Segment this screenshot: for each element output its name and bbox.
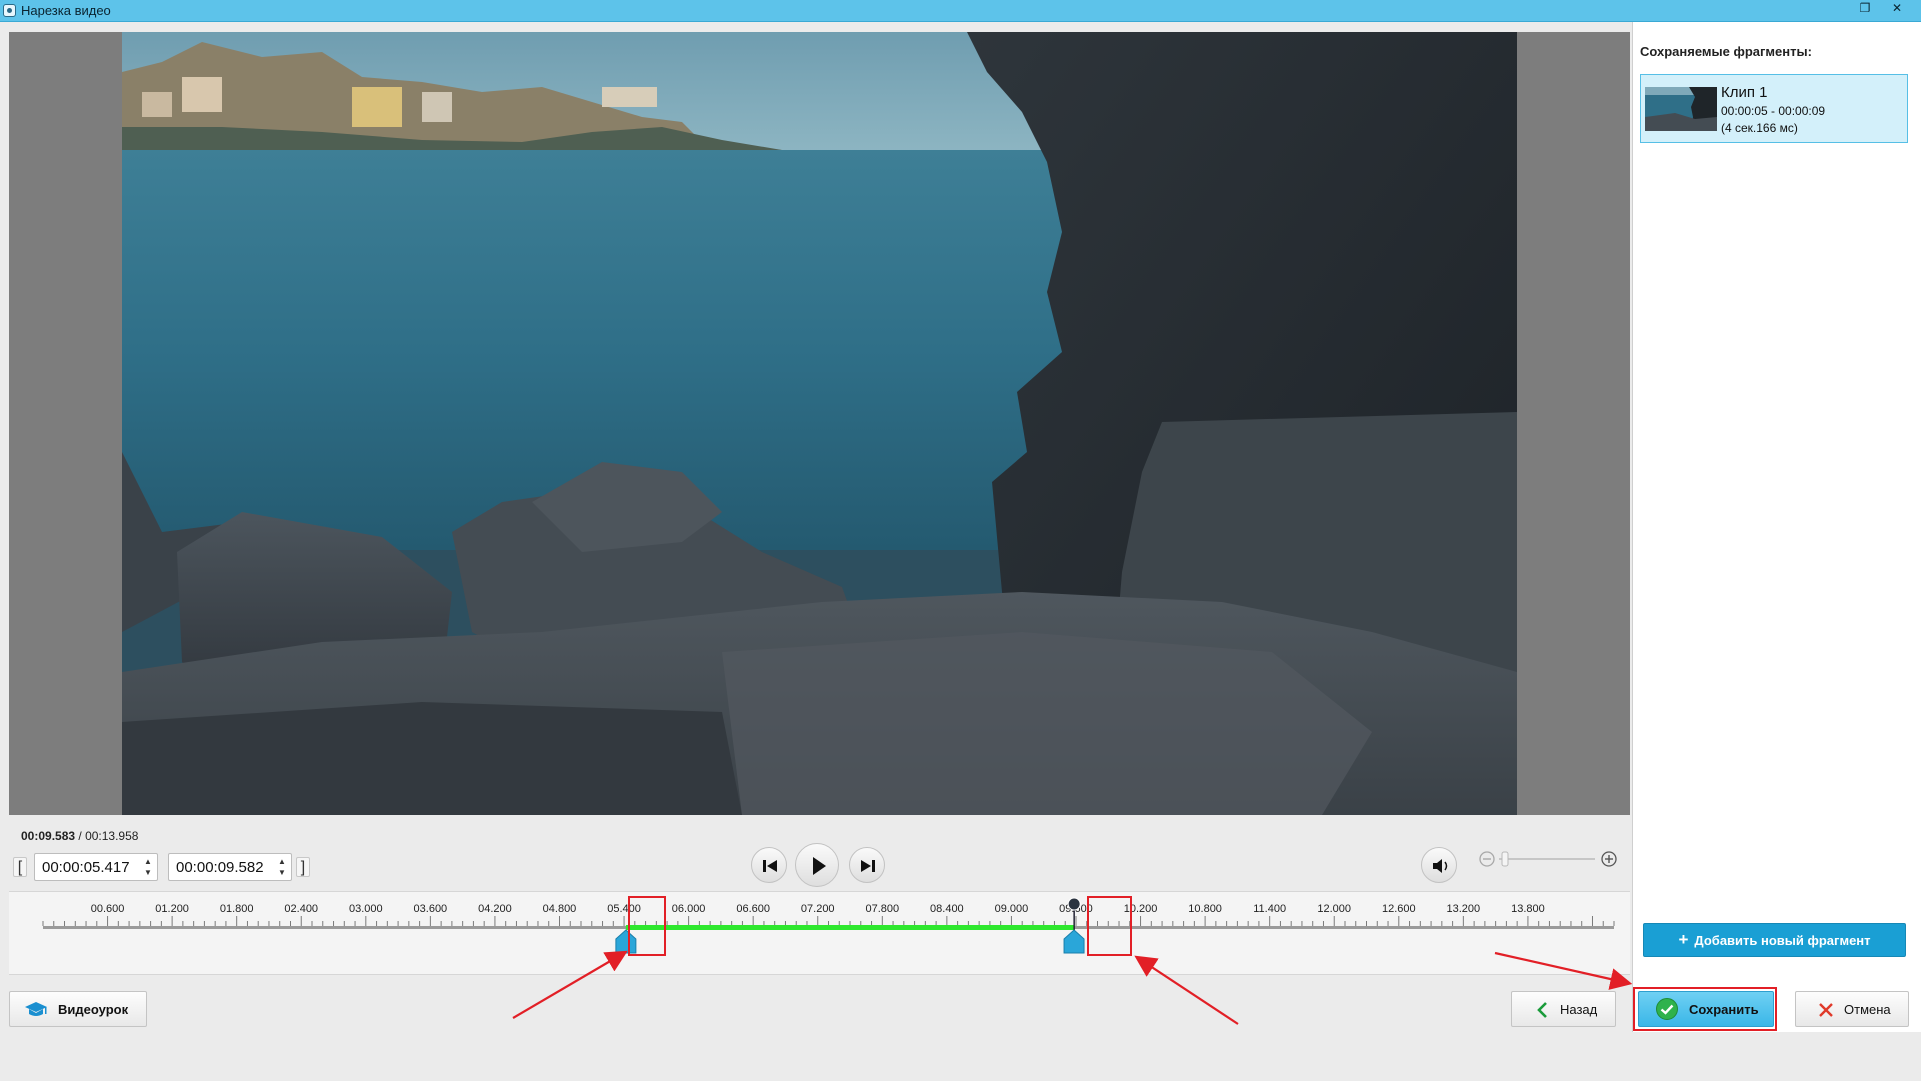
footer-bar: Видеоурок Назад Сохранить Отмена bbox=[0, 975, 1909, 1032]
start-time-spinner[interactable]: ▲ ▼ bbox=[141, 856, 155, 878]
timeline-tick-label: 03.600 bbox=[414, 903, 448, 915]
clip-thumbnail bbox=[1645, 87, 1717, 131]
playhead-knob[interactable] bbox=[1067, 897, 1081, 911]
zoom-slider[interactable] bbox=[1479, 849, 1619, 869]
end-time-spinner[interactable]: ▲ ▼ bbox=[275, 856, 289, 878]
play-icon bbox=[813, 857, 826, 875]
tutorial-label: Видеоурок bbox=[58, 1002, 129, 1017]
graduation-cap-icon bbox=[25, 1002, 47, 1016]
volume-button[interactable] bbox=[1421, 847, 1457, 883]
timeline-tick-label: 03.000 bbox=[349, 903, 383, 915]
timeline-tick-label: 07.200 bbox=[801, 903, 835, 915]
timeline-tick-label: 01.800 bbox=[220, 903, 254, 915]
add-fragment-label: Добавить новый фрагмент bbox=[1694, 933, 1871, 948]
clip-range: 00:00:05 - 00:00:09 bbox=[1721, 104, 1826, 118]
restore-icon[interactable]: ❐ bbox=[1855, 1, 1875, 15]
set-end-icon[interactable]: ] bbox=[296, 857, 310, 877]
step-back-button[interactable] bbox=[751, 847, 787, 883]
back-label: Назад bbox=[1560, 1002, 1598, 1017]
time-readout: 00:09.583 / 00:13.958 bbox=[21, 829, 138, 843]
set-start-icon[interactable]: [ bbox=[13, 857, 27, 877]
timeline-tick-label: 11.400 bbox=[1253, 903, 1286, 915]
app-icon bbox=[3, 4, 16, 17]
plus-icon: + bbox=[1678, 930, 1689, 949]
clip-item[interactable]: Клип 1 00:00:05 - 00:00:09 (4 сек.166 мс… bbox=[1640, 74, 1908, 143]
close-x-icon bbox=[1819, 1003, 1833, 1017]
start-time-field[interactable]: ▲▼ bbox=[34, 853, 158, 881]
timeline-tick-label: 09.000 bbox=[995, 903, 1029, 915]
add-fragment-button[interactable]: + Добавить новый фрагмент bbox=[1643, 923, 1906, 957]
clip-name: Клип 1 bbox=[1721, 84, 1768, 101]
zoom-track[interactable] bbox=[1499, 858, 1595, 860]
timeline-tick-label: 13.800 bbox=[1511, 903, 1545, 915]
tutorial-button[interactable]: Видеоурок bbox=[9, 991, 147, 1027]
timeline-tick-label: 08.400 bbox=[930, 903, 964, 915]
fragments-heading: Сохраняемые фрагменты: bbox=[1640, 44, 1812, 59]
end-marker[interactable] bbox=[1063, 929, 1085, 954]
video-preview-area bbox=[9, 32, 1630, 815]
timeline-tick-label: 12.000 bbox=[1317, 903, 1351, 915]
timeline-tick-label: 06.000 bbox=[672, 903, 706, 915]
annotation-box-start-marker bbox=[628, 896, 666, 956]
window-bottom-strip bbox=[0, 1032, 1921, 1081]
cancel-label: Отмена bbox=[1844, 1002, 1891, 1017]
close-icon[interactable]: ✕ bbox=[1887, 1, 1907, 15]
timeline-tick-label: 04.800 bbox=[543, 903, 577, 915]
timeline-tick-label: 10.800 bbox=[1188, 903, 1222, 915]
step-forward-icon bbox=[861, 860, 875, 872]
time-separator: / bbox=[75, 829, 86, 843]
video-frame bbox=[122, 32, 1517, 815]
back-button[interactable]: Назад bbox=[1511, 991, 1616, 1027]
timeline-tick-label: 12.600 bbox=[1382, 903, 1416, 915]
zoom-thumb[interactable] bbox=[1501, 851, 1509, 867]
end-time-input[interactable] bbox=[169, 854, 273, 880]
speaker-icon bbox=[1433, 859, 1448, 873]
current-time: 00:09.583 bbox=[21, 829, 76, 843]
timeline-selection[interactable] bbox=[625, 925, 1075, 930]
fragments-panel: Сохраняемые фрагменты: Клип 1 00:00:05 -… bbox=[1632, 22, 1921, 1032]
annotation-box-save bbox=[1633, 987, 1777, 1031]
start-time-input[interactable] bbox=[35, 854, 139, 880]
timeline-tick-label: 01.200 bbox=[155, 903, 189, 915]
timeline-ruler[interactable]: 00.600 01.200 01.800 02.400 03.000 03.600 04.2… bbox=[9, 892, 1630, 976]
step-back-icon bbox=[763, 860, 777, 872]
step-forward-button[interactable] bbox=[849, 847, 885, 883]
window-title: Нарезка видео bbox=[21, 3, 111, 18]
timeline-tick-label: 07.800 bbox=[865, 903, 899, 915]
timeline-tick-label: 06.600 bbox=[736, 903, 770, 915]
window-titlebar: Нарезка видео ❐ ✕ bbox=[0, 0, 1921, 22]
timeline-tick-label: 13.200 bbox=[1447, 903, 1481, 915]
annotation-box-end-marker bbox=[1087, 896, 1132, 956]
timeline-tick-label: 02.400 bbox=[284, 903, 318, 915]
total-time: 00:13.958 bbox=[85, 829, 139, 843]
timeline-tick-label: 04.200 bbox=[478, 903, 512, 915]
play-button[interactable] bbox=[795, 843, 839, 887]
end-time-field[interactable]: ▲▼ bbox=[168, 853, 292, 881]
timeline-tick-label: 00.600 bbox=[91, 903, 125, 915]
timeline[interactable]: 00.600 01.200 01.800 02.400 03.000 03.600 04.2… bbox=[9, 891, 1630, 975]
chevron-left-icon bbox=[1537, 1002, 1547, 1018]
clip-duration: (4 сек.166 мс) bbox=[1721, 121, 1798, 135]
cancel-button[interactable]: Отмена bbox=[1795, 991, 1909, 1027]
video-frame-image bbox=[122, 32, 1517, 815]
player-controls: 00:09.583 / 00:13.958 [ ▲▼ ▲▼ ] bbox=[9, 815, 1630, 975]
